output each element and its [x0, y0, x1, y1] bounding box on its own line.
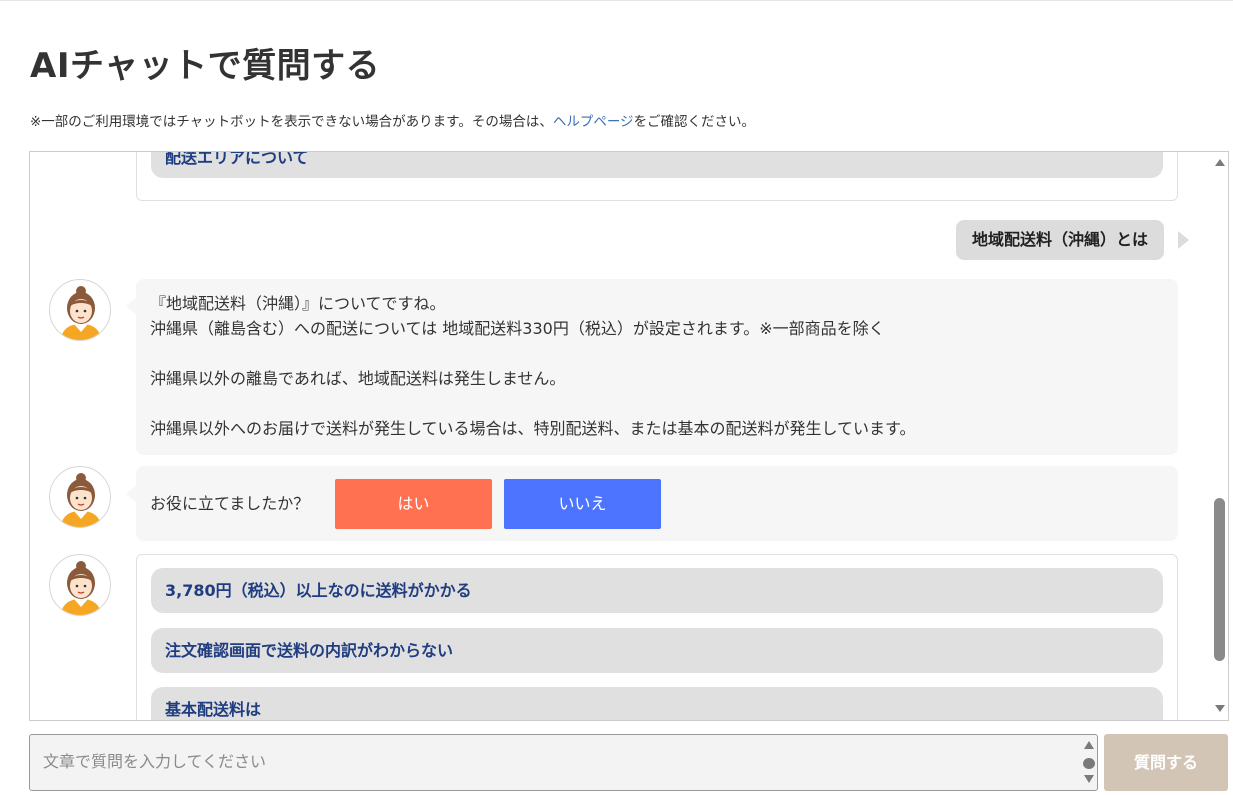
user-bubble-tail: [1178, 231, 1189, 249]
bot-answer-line-5: [150, 391, 1164, 416]
previous-choices-card: 配送エリアについて: [136, 152, 1178, 201]
bot-avatar-icon: [49, 466, 111, 528]
yes-button[interactable]: はい: [335, 479, 492, 529]
no-button[interactable]: いいえ: [504, 479, 661, 529]
bot-answer-line-6: 沖縄県以外へのお届けで送料が発生している場合は、特別配送料、または基本の配送料が…: [150, 419, 916, 438]
top-divider: [0, 0, 1233, 1]
input-scroll-down-icon[interactable]: [1084, 775, 1094, 783]
suggestions-card: 3,780円（税込）以上なのに送料がかかる 注文確認画面で送料の内訳がわからない…: [136, 554, 1178, 720]
suggestion-item[interactable]: 注文確認画面で送料の内訳がわからない: [151, 628, 1163, 673]
bot-answer-line-3: [150, 341, 1164, 366]
question-input-box: [29, 734, 1098, 791]
notice-text-before: ※一部のご利用環境ではチャットボットを表示できない場合があります。その場合は、: [30, 114, 553, 130]
bot-avatar-icon: [49, 279, 111, 341]
user-message-bubble: 地域配送料（沖縄）とは: [956, 220, 1165, 260]
page-title: AIチャットで質問する: [30, 46, 381, 86]
bot-answer-line-2: 沖縄県（離島含む）への配送については 地域配送料330円（税込）が設定されます。…: [150, 319, 885, 338]
chat-scrollbar[interactable]: [1211, 152, 1228, 720]
question-input[interactable]: [30, 735, 1080, 790]
scroll-up-arrow-icon[interactable]: [1215, 159, 1225, 166]
submit-question-button[interactable]: 質問する: [1104, 734, 1228, 791]
input-scroll-up-icon[interactable]: [1084, 741, 1094, 749]
scroll-thumb[interactable]: [1214, 498, 1225, 661]
notice-text-after: をご確認ください。: [633, 114, 756, 130]
chat-window[interactable]: 配送エリアについて 地域配送料（沖縄）とは 『地域配送料（沖縄）』についてですね…: [29, 151, 1229, 721]
choice-delivery-area[interactable]: 配送エリアについて: [151, 152, 1163, 178]
input-scrollbar[interactable]: [1082, 739, 1096, 787]
input-scroll-thumb[interactable]: [1083, 758, 1095, 769]
bot-answer-bubble: 『地域配送料（沖縄）』についてですね。 沖縄県（離島含む）への配送については 地…: [136, 279, 1178, 455]
feedback-bubble: お役に立てましたか？ はい いいえ: [136, 466, 1178, 541]
bot-answer-line-1: 『地域配送料（沖縄）』についてですね。: [150, 294, 446, 313]
suggestion-item[interactable]: 基本配送料は: [151, 687, 1163, 720]
bot-avatar-icon: [49, 554, 111, 616]
chat-log: 配送エリアについて 地域配送料（沖縄）とは 『地域配送料（沖縄）』についてですね…: [30, 152, 1210, 720]
suggestion-item[interactable]: 3,780円（税込）以上なのに送料がかかる: [151, 568, 1163, 613]
chat-page: AIチャットで質問する ※一部のご利用環境ではチャットボットを表示できない場合が…: [0, 0, 1233, 795]
bot-answer-line-4: 沖縄県以外の離島であれば、地域配送料は発生しません。: [150, 369, 566, 388]
help-page-link[interactable]: ヘルプページ: [553, 114, 634, 130]
feedback-question: お役に立てましたか？: [150, 494, 310, 513]
scroll-down-arrow-icon[interactable]: [1215, 705, 1225, 712]
notice-text: ※一部のご利用環境ではチャットボットを表示できない場合があります。その場合は、ヘ…: [30, 110, 755, 130]
